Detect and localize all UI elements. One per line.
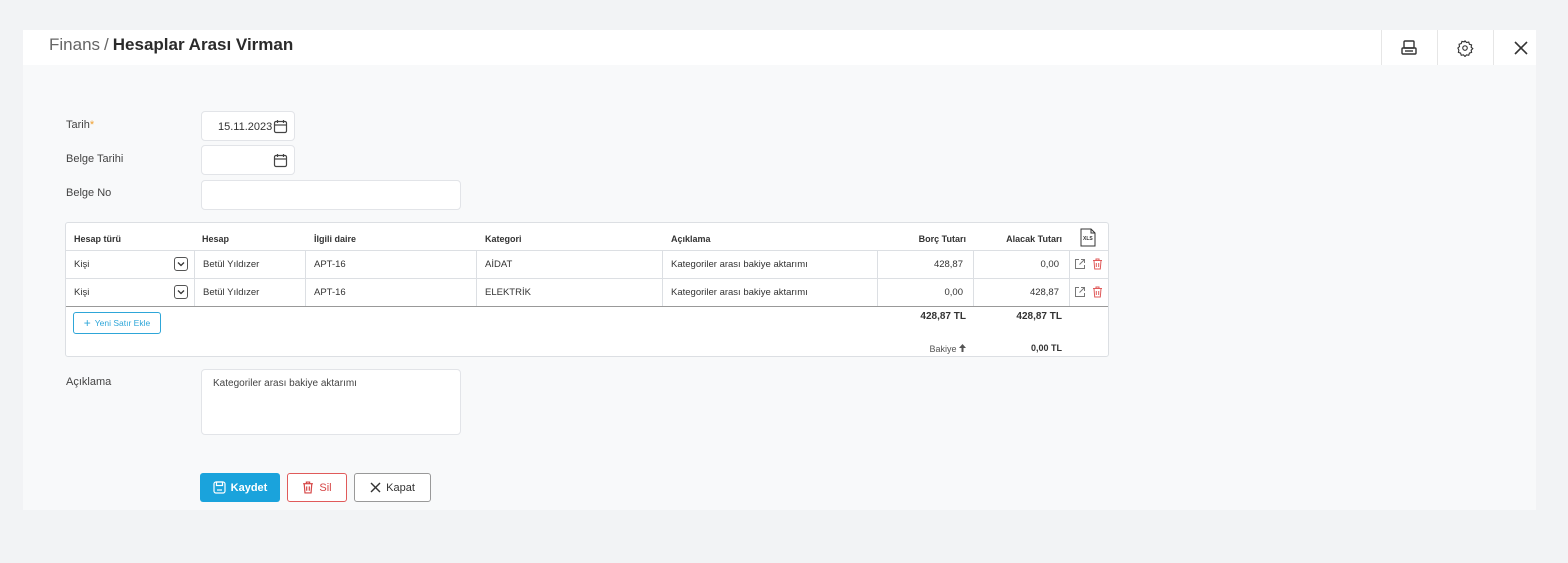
belge-no-label: Belge No <box>66 187 112 199</box>
tarih-value: 15.11.2023 <box>218 121 273 133</box>
form-panel: Finans / Hesaplar Arası Virman Tarih* 15.1… <box>23 30 1536 510</box>
xls-label: XLS <box>1083 236 1093 242</box>
col-header-aciklama: Açıklama <box>671 234 711 244</box>
delete-label: Sil <box>319 481 332 494</box>
external-link-icon[interactable] <box>1074 258 1086 270</box>
close-label: Kapat <box>386 481 415 494</box>
hesap-turu-value: Kişi <box>74 259 90 270</box>
close-icon <box>1514 40 1528 55</box>
col-header-alacak: Alacak Tutarı <box>1006 234 1062 244</box>
totals-divider <box>66 306 1108 307</box>
bakiye-label: Bakiye <box>916 344 966 354</box>
belge-tarihi-date-field[interactable] <box>201 145 295 175</box>
calendar-icon[interactable] <box>273 119 288 134</box>
col-header-hesap-turu: Hesap türü <box>74 234 122 244</box>
row-actions <box>1070 279 1108 306</box>
col-header-borc: Borç Tutarı <box>918 234 966 244</box>
print-icon <box>1401 39 1417 55</box>
col-header-hesap: Hesap <box>202 234 230 244</box>
xls-export-button[interactable]: XLS <box>1080 228 1096 247</box>
save-label: Kaydet <box>230 481 268 494</box>
delete-button[interactable]: Sil <box>287 473 347 502</box>
close-window-button[interactable] <box>1493 30 1548 65</box>
calendar-icon[interactable] <box>273 153 288 168</box>
close-button[interactable]: Kapat <box>354 473 431 502</box>
aciklama-cell[interactable]: Kategoriler arası bakiye aktarımı <box>663 251 878 278</box>
tarih-date-field[interactable]: 15.11.2023 <box>201 111 295 141</box>
total-borc: 428,87 TL <box>920 311 966 322</box>
table-row: Kişi Betül Yıldızer APT-16 ELEKTRİK Kate… <box>66 278 1108 306</box>
hesap-turu-select[interactable]: Kişi <box>66 251 195 278</box>
page-header: Finans / Hesaplar Arası Virman <box>23 30 1536 65</box>
daire-cell[interactable]: APT-16 <box>306 279 477 306</box>
save-icon <box>213 481 226 494</box>
hesap-cell[interactable]: Betül Yıldızer <box>195 251 306 278</box>
trash-icon[interactable] <box>1092 258 1103 270</box>
chevron-down-icon[interactable] <box>174 257 188 271</box>
arrow-up-icon <box>959 344 966 352</box>
alacak-cell[interactable]: 428,87 <box>974 279 1070 306</box>
total-alacak: 428,87 TL <box>1016 311 1062 322</box>
aciklama-label: Açıklama <box>66 376 112 388</box>
print-button[interactable] <box>1381 30 1436 65</box>
hesap-turu-value: Kişi <box>74 287 90 298</box>
tarih-label-text: Tarih <box>66 119 90 131</box>
col-header-ilgili-daire: İlgili daire <box>314 234 357 244</box>
add-row-button[interactable]: + Yeni Satır Ekle <box>73 312 161 334</box>
chevron-down-icon[interactable] <box>174 285 188 299</box>
daire-cell[interactable]: APT-16 <box>306 251 477 278</box>
settings-button[interactable] <box>1437 30 1492 65</box>
hesap-cell[interactable]: Betül Yıldızer <box>195 279 306 306</box>
col-header-kategori: Kategori <box>485 234 522 244</box>
belge-tarihi-label: Belge Tarihi <box>66 153 124 165</box>
gear-icon <box>1457 39 1474 57</box>
aciklama-textarea[interactable]: Kategoriler arası bakiye aktarımı <box>201 369 461 435</box>
kategori-cell[interactable]: AİDAT <box>477 251 663 278</box>
page-title: Hesaplar Arası Virman <box>112 35 294 54</box>
breadcrumb-separator: / <box>104 35 109 54</box>
tarih-label: Tarih* <box>66 119 94 131</box>
bakiye-label-text: Bakiye <box>929 344 957 354</box>
aciklama-cell[interactable]: Kategoriler arası bakiye aktarımı <box>663 279 878 306</box>
aciklama-value: Kategoriler arası bakiye aktarımı <box>213 378 357 389</box>
row-actions <box>1070 251 1108 278</box>
plus-icon: + <box>83 316 91 330</box>
borc-cell[interactable]: 0,00 <box>878 279 974 306</box>
breadcrumb: Finans / Hesaplar Arası Virman <box>49 35 293 55</box>
close-icon <box>370 482 381 493</box>
trash-icon <box>303 481 314 494</box>
borc-cell[interactable]: 428,87 <box>878 251 974 278</box>
trash-icon[interactable] <box>1092 286 1103 298</box>
belge-no-field[interactable] <box>201 180 461 210</box>
save-button[interactable]: Kaydet <box>200 473 280 502</box>
required-mark: * <box>89 119 95 131</box>
table-row: Kişi Betül Yıldızer APT-16 AİDAT Kategor… <box>66 250 1108 278</box>
add-row-label: Yeni Satır Ekle <box>94 318 151 328</box>
breadcrumb-root[interactable]: Finans <box>49 35 100 54</box>
bakiye-value: 0,00 TL <box>1030 343 1062 353</box>
virman-grid: Hesap türü Hesap İlgili daire Kategori A… <box>65 222 1109 357</box>
kategori-cell[interactable]: ELEKTRİK <box>477 279 663 306</box>
external-link-icon[interactable] <box>1074 286 1086 298</box>
alacak-cell[interactable]: 0,00 <box>974 251 1070 278</box>
hesap-turu-select[interactable]: Kişi <box>66 279 195 306</box>
